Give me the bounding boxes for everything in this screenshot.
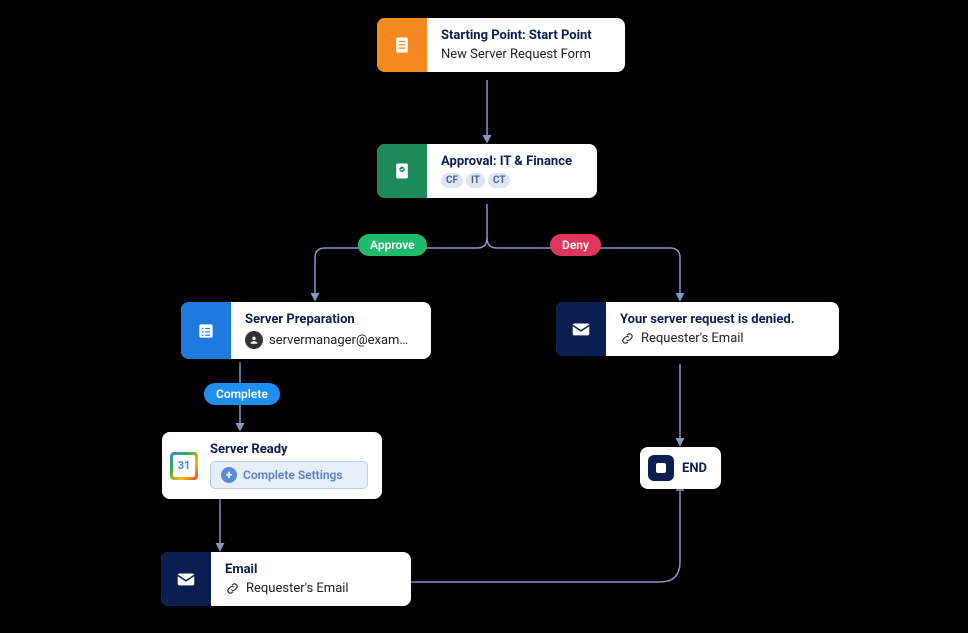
mail-icon	[556, 302, 606, 356]
link-text: Requester's Email	[641, 331, 744, 346]
end-label: END	[682, 461, 707, 476]
node-email[interactable]: Email Requester's Email	[161, 552, 411, 606]
link-icon	[225, 581, 240, 596]
stop-icon	[648, 455, 674, 481]
user-icon	[245, 331, 263, 349]
complete-settings-button[interactable]: + Complete Settings	[210, 461, 368, 489]
badge: CT	[488, 173, 511, 188]
node-title: Email	[225, 562, 397, 577]
badge: IT	[466, 173, 485, 188]
node-denied[interactable]: Your server request is denied. Requester…	[556, 302, 839, 356]
badge: CF	[441, 173, 463, 188]
node-title: Server Ready	[210, 442, 368, 457]
mail-icon	[161, 552, 211, 606]
link-icon	[620, 331, 635, 346]
list-icon	[181, 302, 231, 359]
node-server-prep[interactable]: Server Preparation servermanager@exam…	[181, 302, 431, 359]
complete-pill: Complete	[204, 383, 280, 405]
node-end[interactable]: END	[640, 447, 721, 489]
approval-icon	[377, 144, 427, 198]
node-subtitle: New Server Request Form	[441, 47, 611, 62]
doc-icon	[377, 18, 427, 72]
node-approval[interactable]: Approval: IT & Finance CF IT CT	[377, 144, 597, 198]
approval-badges: CF IT CT	[441, 173, 583, 188]
node-title: Approval: IT & Finance	[441, 154, 583, 169]
deny-pill: Deny	[550, 234, 601, 256]
node-server-ready[interactable]: 31 Server Ready + Complete Settings	[162, 432, 382, 499]
approve-pill: Approve	[358, 234, 427, 256]
node-title: Your server request is denied.	[620, 312, 825, 327]
calendar-icon: 31	[162, 432, 206, 499]
link-text: Requester's Email	[246, 581, 349, 596]
node-start[interactable]: Starting Point: Start Point New Server R…	[377, 18, 625, 72]
node-title: Server Preparation	[245, 312, 417, 327]
node-title: Starting Point: Start Point	[441, 28, 611, 43]
plus-icon: +	[221, 467, 237, 483]
assignee-email: servermanager@exam…	[269, 333, 408, 348]
